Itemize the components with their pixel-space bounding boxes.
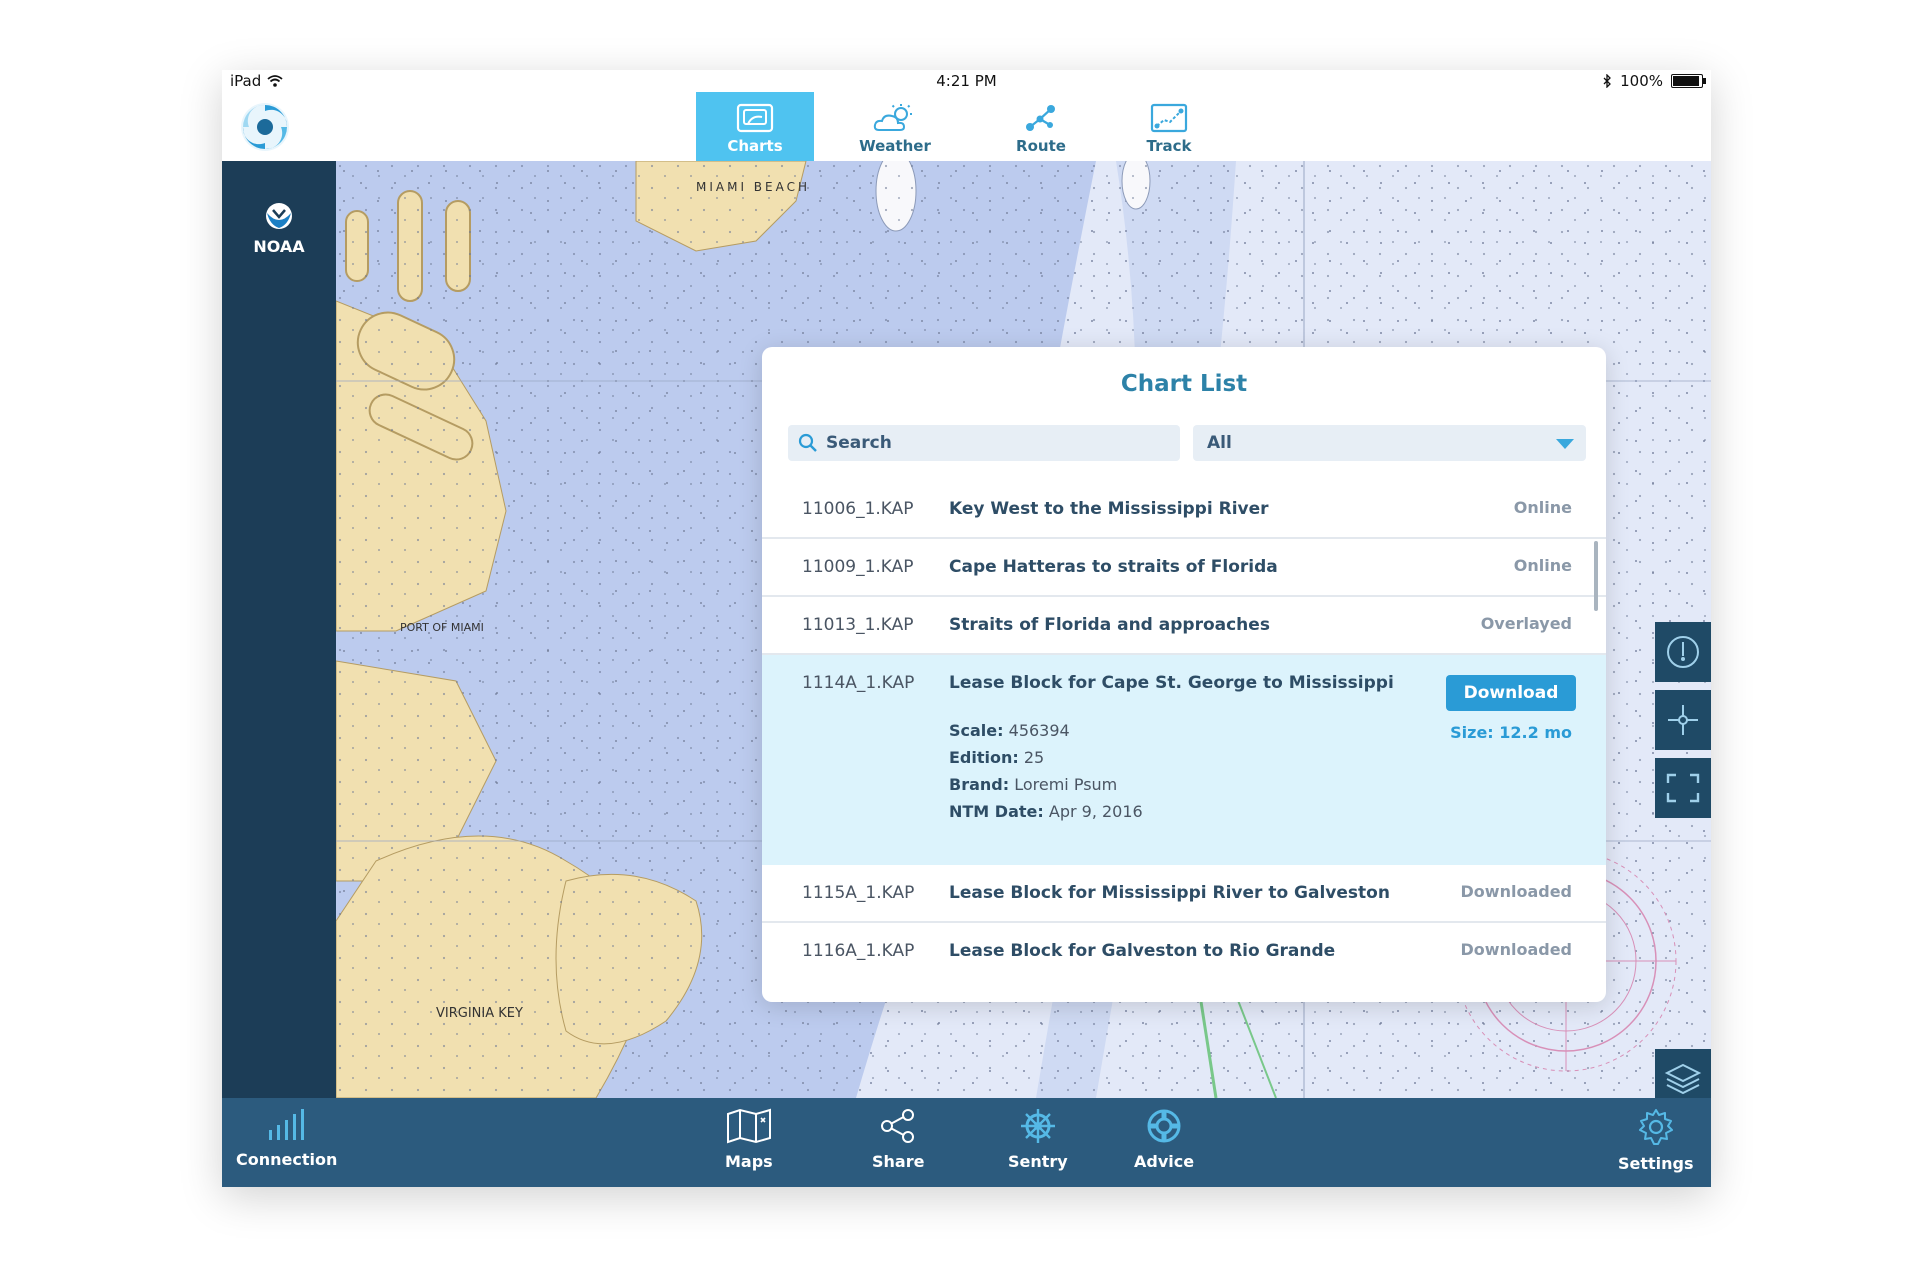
chart-file: 1114A_1.KAP <box>802 673 915 693</box>
weather-icon <box>873 104 912 131</box>
battery-icon <box>1671 74 1706 88</box>
list-item[interactable]: 11006_1.KAP Key West to the Mississippi … <box>762 481 1606 539</box>
ipad-screen: iPad 4:21 PM 100% Charts Weather Route T… <box>222 70 1711 1187</box>
maps-button[interactable]: Maps <box>725 1108 773 1171</box>
list-item[interactable]: 1116A_1.KAP Lease Block for Galveston to… <box>762 923 1606 979</box>
gear-icon <box>1638 1109 1673 1145</box>
chart-status: Online <box>1513 556 1572 575</box>
ship-wheel-icon <box>1020 1109 1055 1143</box>
search-input[interactable] <box>824 432 1158 454</box>
chart-status: Downloaded <box>1460 882 1572 901</box>
layers-button[interactable] <box>1655 1049 1711 1098</box>
clock: 4:21 PM <box>936 72 997 90</box>
chart-file: 11013_1.KAP <box>802 615 914 635</box>
filter-select[interactable]: All <box>1193 425 1586 461</box>
bluetooth-icon <box>1603 74 1612 88</box>
tab-track[interactable]: Track <box>1110 92 1228 161</box>
chart-name: Lease Block for Mississippi River to Gal… <box>949 883 1390 903</box>
nautical-chart-map[interactable]: PORT OF MIAMI VIRGINIA KEY MIAMI BEACH C… <box>336 161 1711 1098</box>
map-tools <box>1655 622 1711 826</box>
list-item[interactable]: 11013_1.KAP Straits of Florida and appro… <box>762 597 1606 655</box>
chart-status: Overlayed <box>1480 614 1572 633</box>
signal-icon <box>268 1109 304 1140</box>
top-bar: Charts Weather Route Track <box>222 92 1711 161</box>
crosshair-icon <box>1668 705 1698 735</box>
chart-status: Online <box>1513 498 1572 517</box>
list-item[interactable]: 1115A_1.KAP Lease Block for Mississippi … <box>762 865 1606 923</box>
route-icon <box>1026 105 1055 131</box>
share-icon <box>881 1109 915 1143</box>
chart-file: 11006_1.KAP <box>802 499 914 519</box>
chart-name: Cape Hatteras to straits of Florida <box>949 557 1278 577</box>
map-label-port: PORT OF MIAMI <box>400 621 484 634</box>
main-tabs: Charts Weather Route Track <box>696 92 1228 161</box>
tab-charts[interactable]: Charts <box>696 92 814 161</box>
lifebuoy-icon <box>1147 1109 1181 1143</box>
panel-title: Chart List <box>1120 371 1248 397</box>
chart-icon <box>736 103 774 133</box>
battery-percent: 100% <box>1620 72 1663 90</box>
chart-file: 1116A_1.KAP <box>802 941 915 961</box>
bottom-bar: Connection Maps Share Sentry Advice Sett… <box>222 1098 1711 1187</box>
chart-list-panel: Chart List All 11006_1.KAP Key West to t… <box>762 347 1606 1002</box>
chart-name: Lease Block for Cape St. George to Missi… <box>949 673 1394 693</box>
status-bar: iPad 4:21 PM 100% <box>222 70 1711 92</box>
chevron-down-icon <box>1556 439 1574 449</box>
filter-value: All <box>1207 433 1232 453</box>
search-box[interactable] <box>788 425 1180 461</box>
chart-name: Straits of Florida and approaches <box>949 615 1270 635</box>
compass-button[interactable] <box>1655 622 1711 682</box>
compass-icon <box>1667 636 1699 668</box>
chart-list: 11006_1.KAP Key West to the Mississippi … <box>762 481 1606 979</box>
list-scrollbar[interactable] <box>1594 541 1598 611</box>
advice-button[interactable]: Advice <box>1134 1108 1194 1171</box>
track-icon <box>1150 103 1188 133</box>
list-item-expanded[interactable]: 1114A_1.KAP Lease Block for Cape St. Geo… <box>762 655 1606 865</box>
share-button[interactable]: Share <box>872 1108 924 1171</box>
layers-icon <box>1664 1063 1702 1095</box>
settings-button[interactable]: Settings <box>1618 1108 1694 1173</box>
map-label-key: VIRGINIA KEY <box>436 1006 523 1021</box>
fullscreen-button[interactable] <box>1655 758 1711 818</box>
noaa-logo-icon <box>266 203 292 229</box>
tab-weather[interactable]: Weather <box>836 92 954 161</box>
sentry-button[interactable]: Sentry <box>1008 1108 1068 1171</box>
tab-route[interactable]: Route <box>982 92 1100 161</box>
center-location-button[interactable] <box>1655 690 1711 750</box>
chart-name: Lease Block for Galveston to Rio Grande <box>949 941 1336 961</box>
chart-status: Downloaded <box>1460 940 1572 959</box>
chart-file: 1115A_1.KAP <box>802 883 915 903</box>
download-size: Size: 12.2 mo <box>1450 723 1572 742</box>
connection-button[interactable]: Connection <box>236 1108 337 1169</box>
chart-details: Scale: 456394 Edition: 25 Brand: Loremi … <box>949 721 1143 821</box>
map-icon <box>726 1108 771 1144</box>
map-label-beach: MIAMI BEACH <box>696 180 810 194</box>
chart-file: 11009_1.KAP <box>802 557 914 577</box>
fullscreen-icon <box>1666 773 1700 803</box>
app-logo-icon <box>241 103 289 151</box>
left-sidebar: NOAA <box>222 161 336 1098</box>
download-button[interactable]: Download <box>1446 675 1576 711</box>
list-item[interactable]: 11009_1.KAP Cape Hatteras to straits of … <box>762 539 1606 597</box>
search-icon <box>798 433 817 452</box>
noaa-brand: NOAA <box>222 201 336 256</box>
chart-name: Key West to the Mississippi River <box>949 499 1269 519</box>
